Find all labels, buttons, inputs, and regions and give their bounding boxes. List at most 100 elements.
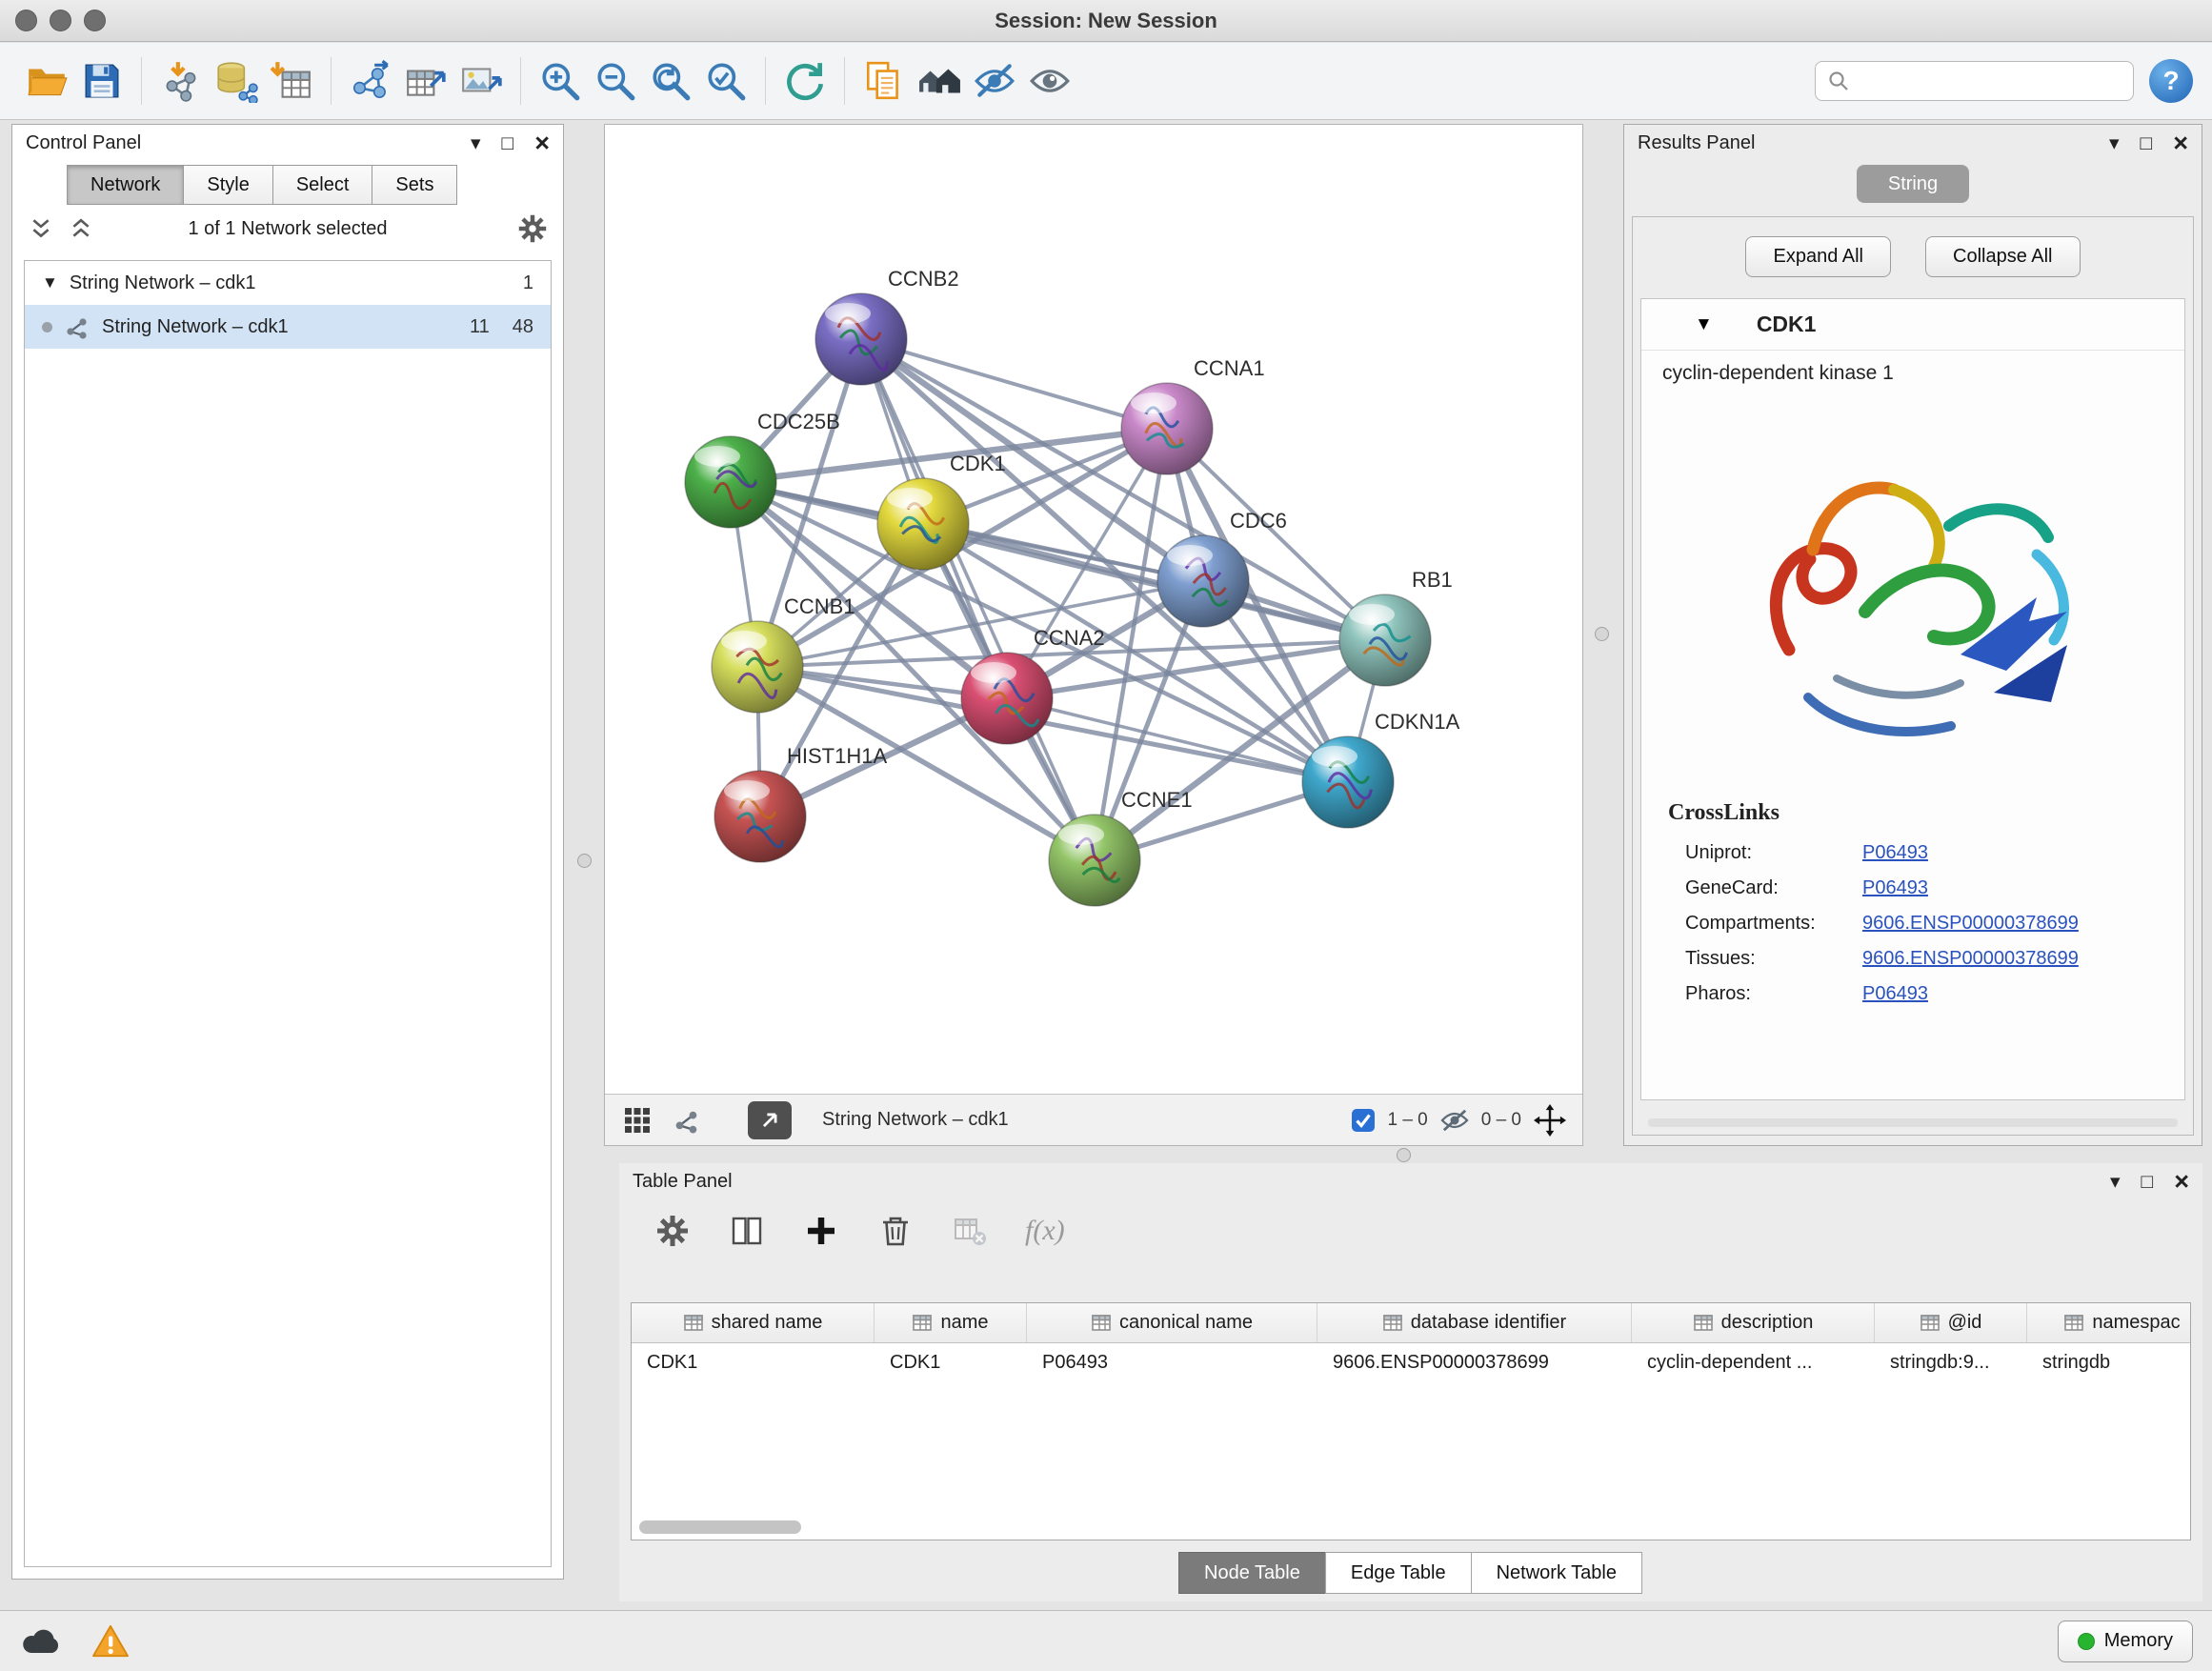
open-in-window-button[interactable] [748,1101,792,1139]
crosslink-label: GeneCard: [1685,877,1862,899]
table-horizontal-scrollbar[interactable] [639,1520,801,1534]
collapse-all-button[interactable]: Collapse All [1925,236,2081,277]
network-node-CDKN1A[interactable]: CDKN1A [1302,710,1460,828]
expand-all-button[interactable]: Expand All [1745,236,1891,277]
network-node-CCNA1[interactable]: CCNA1 [1121,356,1265,474]
control-tab-style[interactable]: Style [183,165,272,205]
column-header-namespac[interactable]: namespac [2027,1303,2191,1342]
warning-icon[interactable] [91,1624,130,1659]
network-canvas[interactable]: CCNB2CCNA1CDC25BCDK1CDC6RB1CCNB1CCNA2CDK… [605,125,1582,1094]
crosslink-link[interactable]: 9606.ENSP00000378699 [1862,948,2079,970]
delete-column-icon[interactable] [876,1212,915,1250]
network-graph[interactable]: CCNB2CCNA1CDC25BCDK1CDC6RB1CCNB1CCNA2CDK… [605,125,1582,1094]
tab-edge-table[interactable]: Edge Table [1325,1552,1472,1594]
control-tab-network[interactable]: Network [67,165,184,205]
home-button[interactable] [912,52,967,110]
cloud-status-icon[interactable] [19,1626,63,1657]
network-options-gear-icon[interactable] [515,211,550,246]
gene-header[interactable]: ▼ CDK1 [1641,299,2184,351]
birdseye-view-icon[interactable] [620,1103,654,1137]
export-table-button[interactable] [398,52,453,110]
window-zoom-button[interactable] [84,10,106,31]
function-builder-icon[interactable]: f(x) [1025,1215,1065,1247]
export-image-button[interactable] [453,52,509,110]
import-network-from-file-button[interactable] [153,52,209,110]
panel-float-icon[interactable]: □ [2141,133,2153,153]
zoom-out-button[interactable] [588,52,643,110]
expand-all-networks-icon[interactable] [66,213,96,244]
column-header-description[interactable]: description [1632,1303,1875,1342]
column-header--id[interactable]: @id [1875,1303,2027,1342]
splitter-grip-bottom[interactable] [1397,1148,1411,1162]
column-header-name[interactable]: name [875,1303,1027,1342]
panel-close-icon[interactable]: × [534,131,550,156]
network-row[interactable]: String Network – cdk1 11 48 [25,305,551,349]
new-network-from-selection-button[interactable] [343,52,398,110]
show-graphics-details-button[interactable] [1022,52,1077,110]
collapse-all-networks-icon[interactable] [26,213,56,244]
toolbar-divider [520,57,521,105]
crosslink-link[interactable]: 9606.ENSP00000378699 [1862,913,2079,935]
import-table-from-file-icon [270,59,313,103]
zoom-selected-button[interactable] [698,52,754,110]
network-overview-icon[interactable] [670,1103,704,1137]
window-close-button[interactable] [15,10,37,31]
import-network-from-database-button[interactable] [209,52,264,110]
gene-collapse-icon[interactable]: ▼ [1695,314,1713,335]
tab-string[interactable]: String [1857,165,1969,203]
network-node-RB1[interactable]: RB1 [1339,568,1453,686]
network-view[interactable]: CCNB2CCNA1CDC25BCDK1CDC6RB1CCNB1CCNA2CDK… [604,124,1583,1146]
column-header-shared-name[interactable]: shared name [632,1303,875,1342]
zoom-fit-button[interactable] [643,52,698,110]
network-node-HIST1H1A[interactable]: HIST1H1A [714,744,887,862]
save-session-button[interactable] [74,52,130,110]
hidden-eye-slash-icon[interactable] [1439,1107,1470,1134]
window-minimize-button[interactable] [50,10,71,31]
table-row[interactable]: CDK1CDK1P064939606.ENSP00000378699cyclin… [632,1343,2190,1381]
table-settings-gear-icon[interactable] [654,1212,692,1250]
panel-close-icon[interactable]: × [2173,131,2188,156]
help-button[interactable]: ? [2149,59,2193,103]
selected-checkbox-icon[interactable] [1351,1108,1376,1133]
control-tab-select[interactable]: Select [272,165,373,205]
column-header-database-identifier[interactable]: database identifier [1317,1303,1632,1342]
open-session-button[interactable] [19,52,74,110]
crosslink-link[interactable]: P06493 [1862,877,1928,899]
panel-menu-icon[interactable]: ▾ [471,133,481,153]
titlebar: Session: New Session [0,0,2212,42]
column-header-canonical-name[interactable]: canonical name [1027,1303,1317,1342]
table-cell: stringdb:9... [1875,1343,2027,1381]
control-tab-sets[interactable]: Sets [372,165,457,205]
results-scrollbar[interactable] [1648,1118,2178,1127]
search-box[interactable] [1815,61,2134,101]
memory-button[interactable]: Memory [2058,1621,2193,1662]
network-edge[interactable] [861,339,1095,860]
hide-selected-button[interactable] [967,52,1022,110]
crosslink-link[interactable]: P06493 [1862,842,1928,864]
results-panel-header: Results Panel ▾ □ × [1624,125,2202,161]
import-network-from-file-icon [159,59,203,103]
open-cybrowser-button[interactable] [856,52,912,110]
pan-tool-icon[interactable] [1533,1103,1567,1137]
network-collection-row[interactable]: ▼ String Network – cdk1 1 [25,261,551,305]
network-node-CDK1[interactable]: CDK1 [877,452,1006,570]
crosslink-link[interactable]: P06493 [1862,983,1928,1005]
table-cell: P06493 [1027,1343,1317,1381]
network-node-CCNB2[interactable]: CCNB2 [815,267,959,385]
panel-float-icon[interactable]: □ [2142,1172,2154,1192]
tree-caret-icon[interactable]: ▼ [42,273,58,292]
search-input[interactable] [1858,70,2122,91]
apply-layout-button[interactable] [777,52,833,110]
tab-network-table[interactable]: Network Table [1471,1552,1642,1594]
panel-menu-icon[interactable]: ▾ [2109,133,2120,153]
add-column-icon[interactable] [802,1212,840,1250]
splitter-grip-right[interactable] [1595,627,1609,641]
zoom-in-button[interactable] [533,52,588,110]
show-columns-icon[interactable] [728,1212,766,1250]
panel-menu-icon[interactable]: ▾ [2110,1172,2121,1192]
tab-node-table[interactable]: Node Table [1178,1552,1326,1594]
panel-close-icon[interactable]: × [2174,1169,2189,1195]
panel-float-icon[interactable]: □ [502,133,514,153]
import-table-from-file-button[interactable] [264,52,319,110]
splitter-grip-left[interactable] [577,854,592,868]
